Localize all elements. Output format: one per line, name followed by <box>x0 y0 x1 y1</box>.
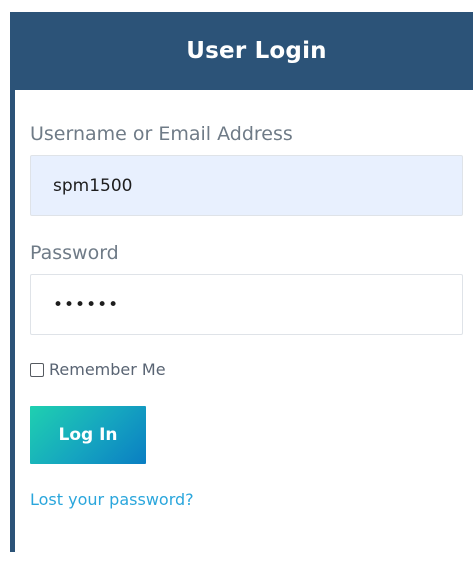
remember-me-row[interactable]: Remember Me <box>30 360 166 379</box>
password-field[interactable] <box>30 274 463 335</box>
username-field[interactable] <box>30 155 463 216</box>
login-widget: User Login Username or Email Address Pas… <box>10 12 473 552</box>
lost-password-link[interactable]: Lost your password? <box>30 490 194 509</box>
login-title: User Login <box>186 38 327 64</box>
remember-me-label[interactable]: Remember Me <box>49 360 166 379</box>
username-label: Username or Email Address <box>30 123 293 145</box>
password-label: Password <box>30 242 119 264</box>
login-form: Username or Email Address Password Remem… <box>15 90 473 552</box>
remember-me-checkbox[interactable] <box>30 362 44 377</box>
login-button[interactable]: Log In <box>30 406 146 464</box>
